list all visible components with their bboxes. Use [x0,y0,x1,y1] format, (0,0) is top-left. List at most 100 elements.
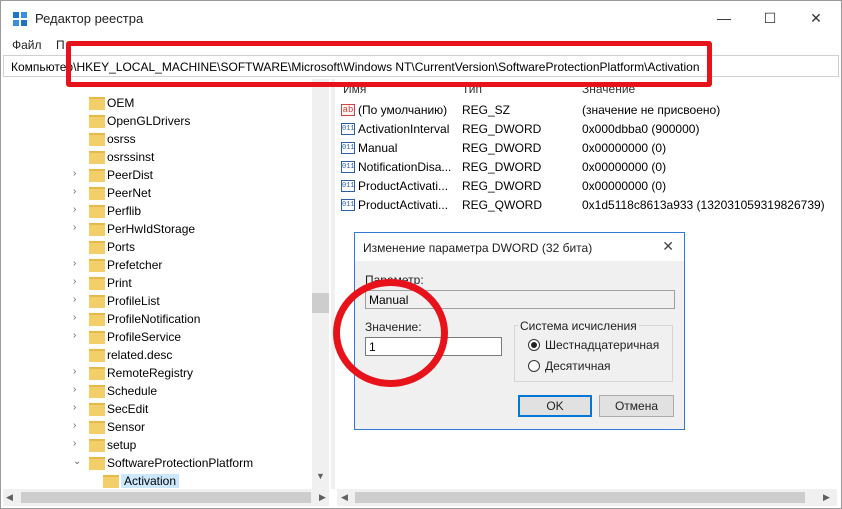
tree-item-label[interactable]: Ports [107,240,135,254]
tree-item[interactable]: › Print [3,275,329,293]
tree-item-label[interactable]: SoftwareProtectionPlatform [107,456,253,470]
tree-item[interactable]: › ProfileList [3,293,329,311]
maximize-button[interactable]: ☐ [747,1,793,35]
tree-hscroll-thumb[interactable] [21,492,311,503]
scroll-right-arrow-icon[interactable]: ▶ [823,492,830,503]
tree-vertical-scrollbar[interactable] [312,79,329,489]
chevron-right-icon[interactable]: › [73,312,76,323]
folder-icon [89,241,105,254]
folder-icon [89,403,105,416]
value-row[interactable]: ab (По умолчанию) REG_SZ (значение не присв… [337,101,837,120]
tree-item-label[interactable]: Prefetcher [107,258,162,272]
folder-icon [89,349,105,362]
value-highlight-annotation [333,279,448,387]
tree-item-label[interactable]: Perflib [107,204,141,218]
value-row[interactable]: 011 Manual REG_DWORD 0x00000000 (0) [337,139,837,158]
tree-item-label[interactable]: osrss [107,132,136,146]
tree-item[interactable]: OpenGLDrivers [3,113,329,131]
value-name-cell: NotificationDisa... [358,160,452,174]
tree-item[interactable]: › Prefetcher [3,257,329,275]
tree-item[interactable]: › ProfileService [3,329,329,347]
tree-item-label[interactable]: Schedule [107,384,157,398]
chevron-right-icon[interactable]: › [73,258,76,269]
tree-item[interactable]: osrssinst [3,149,329,167]
chevron-right-icon[interactable]: › [73,222,76,233]
tree-item-label[interactable]: Print [107,276,132,290]
chevron-right-icon[interactable]: › [73,186,76,197]
chevron-right-icon[interactable]: › [73,276,76,287]
tree-item-label[interactable]: osrssinst [107,150,154,164]
value-row[interactable]: 011 NotificationDisa... REG_DWORD 0x0000000… [337,158,837,177]
tree-item[interactable]: › Sensor [3,419,329,437]
tree-item-label[interactable]: ProfileService [107,330,181,344]
tree-item[interactable]: related.desc [3,347,329,365]
dialog-close-icon[interactable]: ✕ [662,238,674,255]
tree-item[interactable]: › Schedule [3,383,329,401]
tree-item[interactable]: › PeerDist [3,167,329,185]
tree-item-label[interactable]: RemoteRegistry [107,366,193,380]
tree-item-label[interactable]: Activation [121,474,180,488]
folder-icon [89,367,105,380]
chevron-right-icon[interactable]: › [73,420,76,431]
scroll-right-arrow-icon[interactable]: ▶ [319,492,326,503]
chevron-down-icon[interactable]: ⌄ [73,456,81,467]
binary-value-icon: 011 [341,180,355,192]
tree-item[interactable]: › setup [3,437,329,455]
menu-edit[interactable]: П [56,38,65,52]
tree-item[interactable]: › SecEdit [3,401,329,419]
minimize-button[interactable]: — [701,1,747,35]
tree-item-label[interactable]: ProfileNotification [107,312,200,326]
chevron-right-icon[interactable]: › [73,402,76,413]
registry-editor-icon [13,12,27,26]
value-name-cell: ProductActivati... [358,179,449,193]
tree-item-label[interactable]: ProfileList [107,294,160,308]
radio-decimal-label[interactable]: Десятичная [545,359,611,373]
chevron-right-icon[interactable]: › [73,366,76,377]
chevron-right-icon[interactable]: › [73,438,76,449]
tree-item-label[interactable]: related.desc [107,348,172,362]
chevron-right-icon[interactable]: › [73,330,76,341]
tree-item-label[interactable]: setup [107,438,136,452]
value-row[interactable]: 011 ProductActivati... REG_DWORD 0x00000000… [337,177,837,196]
radio-hexadecimal-label[interactable]: Шестнадцатеричная [545,338,659,352]
value-row[interactable]: 011 ActivationInterval REG_DWORD 0x000dbba0… [337,120,837,139]
key-tree-pane[interactable]: OEM OpenGLDrivers osrss osrssinst › PeerDist ›… [3,79,329,489]
tree-item-label[interactable]: PerHwIdStorage [107,222,195,236]
menu-file[interactable]: Файл [12,38,42,52]
tree-item[interactable]: › PerHwIdStorage [3,221,329,239]
value-name-cell: ProductActivati... [358,198,449,212]
radio-decimal[interactable] [528,360,540,372]
chevron-right-icon[interactable]: › [73,168,76,179]
scroll-left-arrow-icon[interactable]: ◀ [6,492,13,503]
scroll-down-arrow-icon[interactable]: ▼ [316,471,325,481]
chevron-right-icon[interactable]: › [73,384,76,395]
chevron-right-icon[interactable]: › [73,294,76,305]
tree-item-label[interactable]: PeerDist [107,168,153,182]
tree-item-label[interactable]: OEM [107,96,134,110]
tree-item[interactable]: › Perflib [3,203,329,221]
tree-item-label[interactable]: Sensor [107,420,145,434]
tree-item[interactable]: › PeerNet [3,185,329,203]
binary-value-icon: 011 [341,142,355,154]
tree-item-label[interactable]: PeerNet [107,186,151,200]
tree-item[interactable]: ⌄ SoftwareProtectionPlatform [3,455,329,473]
tree-item[interactable]: Activation [3,473,329,489]
tree-item[interactable]: Ports [3,239,329,257]
tree-item-label[interactable]: SecEdit [107,402,148,416]
pane-splitter[interactable] [331,79,335,489]
tree-item[interactable]: › ProfileNotification [3,311,329,329]
tree-item[interactable]: › RemoteRegistry [3,365,329,383]
value-row[interactable]: 011 ProductActivati... REG_QWORD 0x1d5118c8… [337,196,837,215]
scroll-left-arrow-icon[interactable]: ◀ [341,492,348,503]
cancel-button[interactable]: Отмена [599,395,674,417]
ok-button[interactable]: OK [518,395,592,417]
radio-hexadecimal[interactable] [528,339,540,351]
chevron-right-icon[interactable]: › [73,204,76,215]
tree-item-label[interactable]: OpenGLDrivers [107,114,190,128]
tree-scroll-thumb[interactable] [312,293,329,313]
close-button[interactable]: ✕ [793,1,839,35]
list-hscroll-thumb[interactable] [355,492,805,503]
tree-item[interactable]: osrss [3,131,329,149]
tree-item[interactable]: OEM [3,95,329,113]
value-type-cell: REG_DWORD [462,141,542,155]
